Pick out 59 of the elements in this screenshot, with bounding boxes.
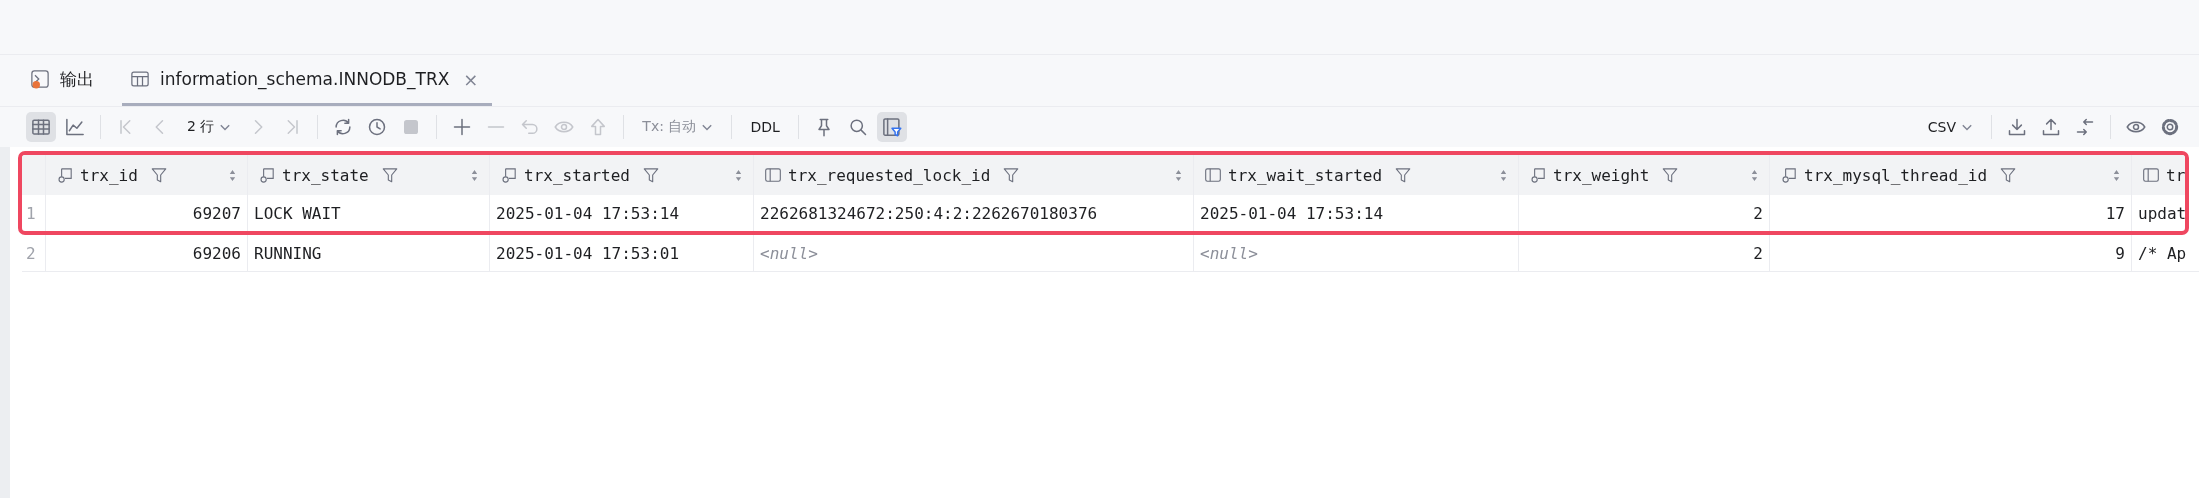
sort-icon[interactable] xyxy=(734,168,743,182)
row-number: 2 xyxy=(22,235,46,271)
sort-icon[interactable] xyxy=(228,168,237,182)
sort-icon[interactable] xyxy=(2112,168,2121,182)
column-icon xyxy=(1204,166,1222,184)
filter-icon[interactable] xyxy=(1394,166,1413,184)
column-icon xyxy=(764,166,782,184)
table-cell: 2262681324672:250:4:2:2262670180376 xyxy=(754,195,1194,231)
table-cell: <null> xyxy=(1194,235,1519,271)
table-icon xyxy=(130,69,150,89)
column-header[interactable]: tr xyxy=(2132,155,2185,195)
ddl-button[interactable]: DDL xyxy=(742,115,788,139)
sort-icon[interactable] xyxy=(1499,168,1508,182)
console-icon xyxy=(30,69,50,89)
table-cell: 2025-01-04 17:53:14 xyxy=(490,195,754,231)
indexed-column-icon xyxy=(1529,166,1547,184)
filter-icon[interactable] xyxy=(1999,166,2018,184)
indexed-column-icon xyxy=(258,166,276,184)
filter-icon[interactable] xyxy=(1002,166,1021,184)
table-cell: 2025-01-04 17:53:14 xyxy=(1194,195,1519,231)
table-cell: /* Ap xyxy=(2132,235,2199,271)
filter-icon[interactable] xyxy=(380,166,399,184)
filter-icon[interactable] xyxy=(149,166,168,184)
table-view-icon[interactable] xyxy=(26,112,56,142)
editor-tab[interactable]: 输出 xyxy=(22,55,108,106)
table-row[interactable]: 1 69207 LOCK WAIT 2025-01-04 17:53:14 2262681324672:250:4:2:2262670180376 2025-01-04 17:53:14 2 17 updat xyxy=(22,195,2185,231)
column-header[interactable]: trx_wait_started xyxy=(1194,155,1519,195)
indexed-column-icon xyxy=(56,166,74,184)
column-header[interactable]: trx_started xyxy=(490,155,754,195)
column-header[interactable]: trx_weight xyxy=(1519,155,1770,195)
dropdown[interactable]: CSV xyxy=(1919,115,1981,139)
table-cell: 69206 xyxy=(46,235,248,271)
filter-view-icon[interactable] xyxy=(876,112,907,142)
column-header[interactable]: trx_requested_lock_id xyxy=(754,155,1194,195)
table-cell: <null> xyxy=(754,235,1194,271)
table-cell: 17 xyxy=(1770,195,2132,231)
table-cell: 2 xyxy=(1519,195,1770,231)
column-icon xyxy=(2142,166,2160,184)
filter-icon[interactable] xyxy=(641,166,660,184)
table-cell: 9 xyxy=(1770,235,2132,271)
column-header[interactable]: trx_state xyxy=(248,155,490,195)
sort-icon[interactable] xyxy=(470,168,479,182)
filter-icon[interactable] xyxy=(1661,166,1680,184)
table-cell: LOCK WAIT xyxy=(248,195,490,231)
dropdown[interactable]: 2 行 xyxy=(179,114,240,140)
table-cell: 2025-01-04 17:53:01 xyxy=(490,235,754,271)
sort-icon[interactable] xyxy=(1750,168,1759,182)
table-cell: updat xyxy=(2132,195,2185,231)
column-header[interactable]: trx_id xyxy=(46,155,248,195)
indexed-column-icon xyxy=(500,166,518,184)
table-row[interactable]: 2 69206 RUNNING 2025-01-04 17:53:01 <null> <null> 2 9 /* Ap xyxy=(22,235,2199,272)
table-cell: RUNNING xyxy=(248,235,490,271)
close-icon[interactable]: × xyxy=(463,68,479,90)
table-cell: 2 xyxy=(1519,235,1770,271)
table-cell: 69207 xyxy=(46,195,248,231)
sort-icon[interactable] xyxy=(1174,168,1183,182)
indexed-column-icon xyxy=(1780,166,1798,184)
row-number: 1 xyxy=(22,195,46,231)
column-header[interactable]: trx_mysql_thread_id xyxy=(1770,155,2132,195)
